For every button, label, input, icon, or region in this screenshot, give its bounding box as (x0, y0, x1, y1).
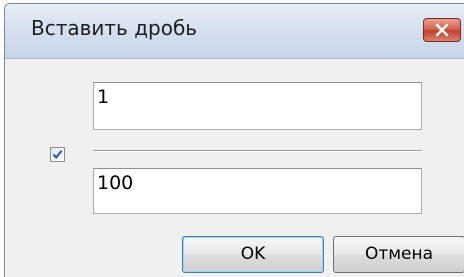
dialog-title: Вставить дробь (31, 16, 198, 40)
cancel-button[interactable]: Отмена (333, 236, 464, 273)
checkmark-icon (52, 150, 63, 160)
fraction-line-checkbox[interactable] (50, 147, 65, 162)
numerator-field[interactable]: 1 (93, 82, 422, 130)
close-button[interactable] (423, 18, 461, 42)
insert-fraction-dialog: Вставить дробь 1 100 OK Отмена (4, 3, 464, 277)
denominator-field[interactable]: 100 (93, 168, 422, 214)
ok-button[interactable]: OK (182, 236, 324, 273)
close-icon (435, 23, 449, 37)
fraction-line-divider (93, 150, 422, 152)
dialog-body: 1 100 OK Отмена (5, 59, 464, 277)
title-bar[interactable]: Вставить дробь (5, 4, 464, 59)
